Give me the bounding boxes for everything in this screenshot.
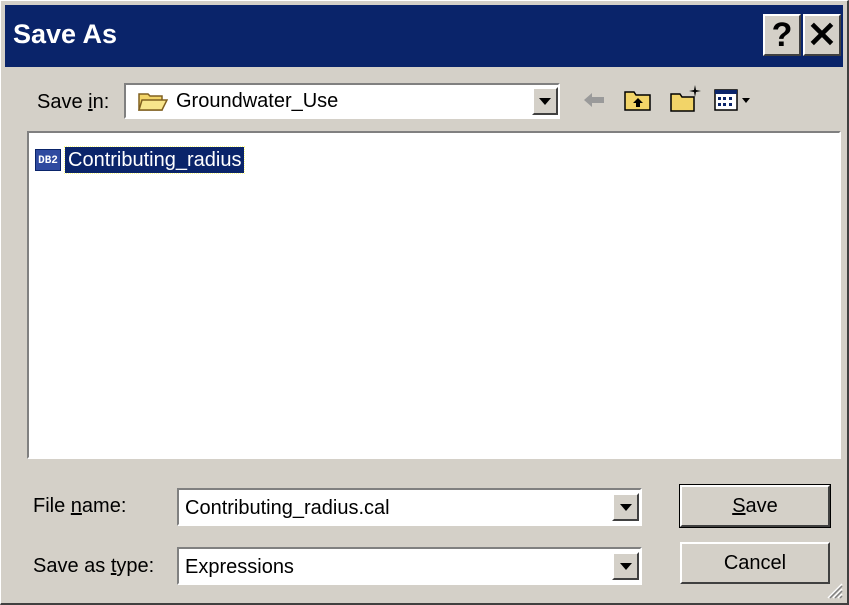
file-name-dropdown-button[interactable] xyxy=(612,493,639,521)
save-as-type-value: Expressions xyxy=(185,556,294,578)
save-as-dialog: Save As ? ✕ Save in: Groundwater_Use DB2… xyxy=(0,0,849,605)
close-icon: ✕ xyxy=(806,14,838,55)
window-title: Save As xyxy=(13,19,118,49)
chevron-down-icon xyxy=(539,98,551,105)
new-folder-icon[interactable] xyxy=(669,83,703,113)
cancel-button[interactable]: Cancel xyxy=(680,542,830,584)
save-in-combo[interactable]: Groundwater_Use xyxy=(124,83,560,119)
chevron-down-icon xyxy=(619,504,632,511)
file-list[interactable]: DB2 Contributing_radius xyxy=(27,131,841,459)
database-file-icon: DB2 xyxy=(35,149,61,171)
save-as-type-label: Save as type: xyxy=(33,555,155,577)
folder-icon xyxy=(138,93,168,111)
file-name-combo[interactable]: Contributing_radius.cal xyxy=(177,488,642,526)
save-in-dropdown-button[interactable] xyxy=(532,87,558,115)
save-in-label: Save in: xyxy=(37,91,110,113)
file-name-label: Contributing_radius xyxy=(63,146,246,174)
view-menu-icon[interactable] xyxy=(713,87,755,113)
save-in-folder: Groundwater_Use xyxy=(176,90,339,112)
help-button[interactable]: ? xyxy=(763,14,801,56)
file-name-field-label: File name: xyxy=(33,495,127,517)
close-button[interactable]: ✕ xyxy=(803,14,841,56)
back-arrow-icon[interactable] xyxy=(581,89,607,111)
save-as-type-combo[interactable]: Expressions xyxy=(177,547,642,585)
save-as-type-dropdown-button[interactable] xyxy=(612,552,639,580)
up-folder-icon[interactable] xyxy=(623,87,653,113)
resize-grip-icon[interactable] xyxy=(825,581,843,599)
chevron-down-icon xyxy=(619,563,632,570)
file-name-input[interactable]: Contributing_radius.cal xyxy=(185,497,390,520)
title-bar[interactable]: Save As ? ✕ xyxy=(5,5,843,67)
save-button[interactable]: Save xyxy=(679,484,831,528)
